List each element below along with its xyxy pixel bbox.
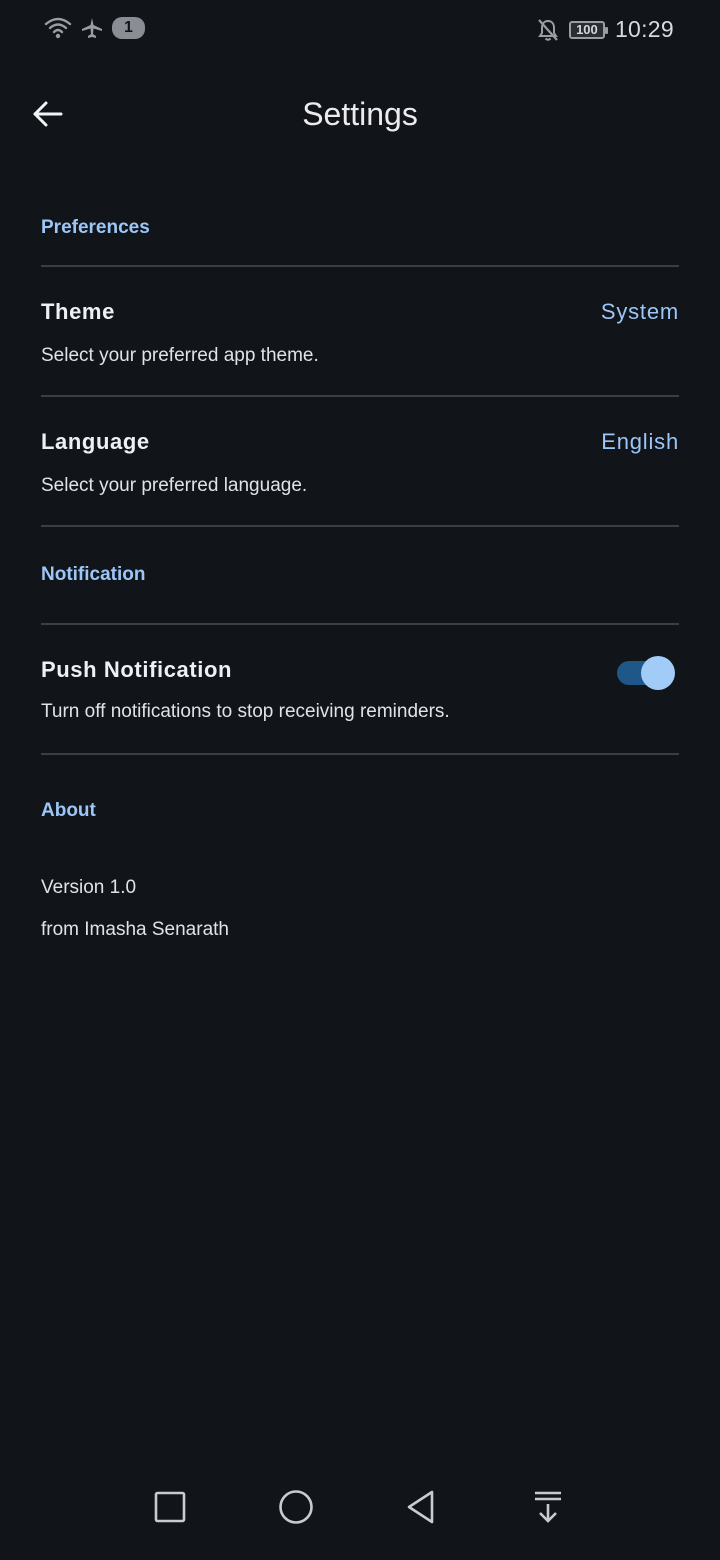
theme-value[interactable]: System — [601, 299, 679, 325]
system-back-button[interactable] — [397, 1482, 447, 1532]
notification-pulldown-icon — [535, 1491, 561, 1523]
status-bar-right: 100 10:29 — [537, 16, 674, 43]
back-triangle-icon — [407, 1490, 434, 1524]
settings-list: Preferences Theme System Select your pre… — [41, 190, 679, 951]
page-title: Settings — [302, 96, 418, 132]
setting-title-language: Language — [41, 429, 150, 454]
recents-button[interactable] — [145, 1482, 195, 1532]
section-header-preferences: Preferences — [41, 216, 150, 238]
section-header-about: About — [41, 800, 96, 821]
clock: 10:29 — [614, 16, 674, 42]
notification-pulldown-button[interactable] — [523, 1482, 573, 1532]
setting-title-push-notification: Push Notification — [41, 657, 233, 682]
author-text: from Imasha Senarath — [41, 919, 229, 940]
setting-row-language[interactable]: Language English Select your preferred l… — [41, 397, 679, 525]
recents-square-icon — [154, 1491, 186, 1523]
setting-desc-theme: Select your preferred app theme. — [41, 345, 319, 366]
app-bar: Settings — [0, 80, 720, 150]
setting-row-push-notification[interactable]: Push Notification Turn off notifications… — [41, 625, 679, 753]
home-circle-icon — [279, 1490, 313, 1524]
wifi-icon — [44, 16, 72, 40]
airplane-icon — [80, 16, 104, 40]
setting-desc-push-notification: Turn off notifications to stop receiving… — [41, 701, 450, 722]
language-value[interactable]: English — [601, 429, 679, 455]
setting-row-theme[interactable]: Theme System Select your preferred app t… — [41, 267, 679, 395]
push-notification-toggle[interactable] — [617, 656, 675, 690]
setting-title-theme: Theme — [41, 299, 115, 324]
toggle-knob — [641, 656, 675, 690]
setting-desc-language: Select your preferred language. — [41, 475, 308, 496]
status-bar: 1 100 10:29 — [0, 0, 720, 60]
notifications-off-icon — [537, 18, 559, 42]
home-button[interactable] — [271, 1482, 321, 1532]
sim-badge: 1 — [112, 17, 145, 39]
version-text: Version 1.0 — [41, 877, 137, 898]
settings-screen: 1 100 10:29 Settings Preferences Theme S… — [0, 0, 720, 1560]
section-header-notification: Notification — [41, 564, 146, 585]
navigation-bar — [0, 1470, 720, 1560]
battery-icon: 100 — [568, 20, 608, 39]
status-bar-left: 1 — [44, 16, 145, 40]
